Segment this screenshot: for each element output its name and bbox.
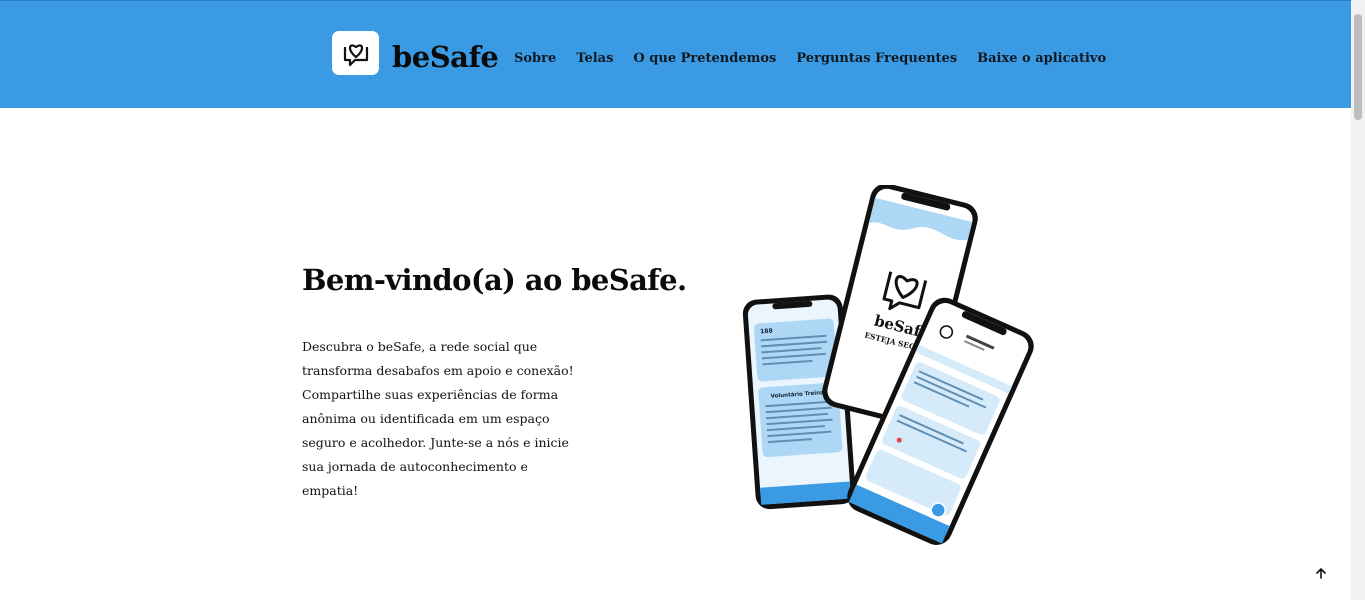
site-header: beSafe Sobre Telas O que Pretendemos Per… [0,0,1351,108]
nav-link-baixe-o-aplicativo[interactable]: Baixe o aplicativo [977,50,1106,68]
nav-link-sobre[interactable]: Sobre [514,50,556,68]
nav-link-o-que-pretendemos[interactable]: O que Pretendemos [633,50,776,68]
arrow-up-icon [1316,568,1326,579]
heart-message-icon [343,44,368,67]
card-hotline-title: 188 [760,328,773,336]
app-screens-illustration: 188 Voluntário Treinado beSafe ESTEJA SE… [742,185,1034,545]
hero-description: Descubra o beSafe, a rede social que tra… [302,339,574,498]
hero-title: Bem-vindo(a) ao beSafe. [302,263,687,297]
main-nav: Sobre Telas O que Pretendemos Perguntas … [514,50,1106,68]
brand-name[interactable]: beSafe [392,37,499,77]
nav-link-telas[interactable]: Telas [576,50,613,68]
logo[interactable] [332,31,379,75]
page-scrollbar[interactable] [1351,0,1365,600]
back-to-top-button[interactable] [1310,562,1332,584]
nav-link-perguntas-frequentes[interactable]: Perguntas Frequentes [796,50,957,68]
scrollbar-thumb[interactable] [1354,14,1362,120]
